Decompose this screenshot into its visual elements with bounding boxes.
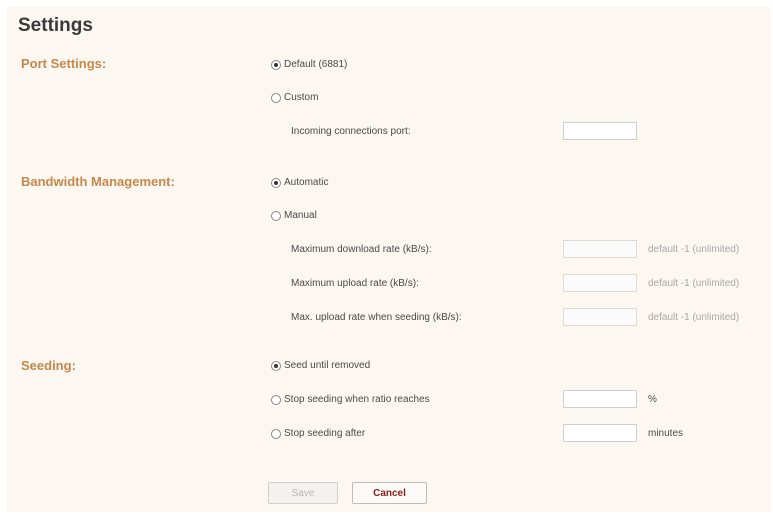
seed-until-removed-option[interactable]: Seed until removed [271, 360, 370, 371]
radio-icon[interactable] [271, 394, 281, 405]
seed-until-removed-label: Seed until removed [284, 360, 371, 371]
radio-checked-icon[interactable] [271, 59, 281, 70]
max-upload-seeding-field[interactable] [563, 308, 637, 326]
radio-icon[interactable] [271, 92, 281, 103]
bandwidth-manual-label: Manual [284, 210, 317, 221]
settings-panel: Settings Port Settings: Default (6881) C… [7, 7, 771, 512]
radio-icon[interactable] [271, 210, 281, 221]
bandwidth-automatic-option[interactable]: Automatic [271, 177, 328, 188]
bandwidth-automatic-label: Automatic [284, 177, 329, 188]
max-upload-seeding-label: Max. upload rate when seeding (kB/s): [291, 312, 462, 323]
incoming-port-field[interactable] [563, 122, 637, 140]
seed-after-unit: minutes [648, 428, 684, 439]
radio-icon[interactable] [271, 428, 281, 439]
max-upload-label: Maximum upload rate (kB/s): [291, 278, 419, 289]
port-custom-option[interactable]: Custom [271, 92, 318, 103]
seed-after-field[interactable] [563, 424, 637, 442]
bandwidth-manual-option[interactable]: Manual [271, 210, 317, 221]
port-default-label: Default (6881) [284, 59, 348, 70]
page-title: Settings [18, 15, 93, 36]
port-custom-label: Custom [284, 92, 319, 103]
bandwidth-heading: Bandwidth Management: [21, 174, 175, 189]
max-upload-hint: default -1 (unlimited) [648, 278, 740, 289]
seed-ratio-field[interactable] [563, 390, 637, 408]
seed-ratio-unit: % [648, 394, 657, 405]
max-upload-field[interactable] [563, 274, 637, 292]
cancel-button[interactable]: Cancel [352, 482, 427, 504]
radio-checked-icon[interactable] [271, 360, 281, 371]
save-button[interactable]: Save [268, 482, 338, 504]
seed-ratio-label: Stop seeding when ratio reaches [284, 394, 430, 405]
seed-after-option[interactable]: Stop seeding after [271, 428, 365, 439]
seed-after-label: Stop seeding after [284, 428, 366, 439]
seed-ratio-option[interactable]: Stop seeding when ratio reaches [271, 394, 430, 405]
port-default-option[interactable]: Default (6881) [271, 59, 347, 70]
port-settings-heading: Port Settings: [21, 56, 107, 71]
seeding-heading: Seeding: [21, 358, 76, 373]
max-download-field[interactable] [563, 240, 637, 258]
max-download-label: Maximum download rate (kB/s): [291, 244, 432, 255]
radio-checked-icon[interactable] [271, 177, 281, 188]
incoming-port-label: Incoming connections port: [291, 126, 411, 137]
max-upload-seeding-hint: default -1 (unlimited) [648, 312, 740, 323]
max-download-hint: default -1 (unlimited) [648, 244, 740, 255]
